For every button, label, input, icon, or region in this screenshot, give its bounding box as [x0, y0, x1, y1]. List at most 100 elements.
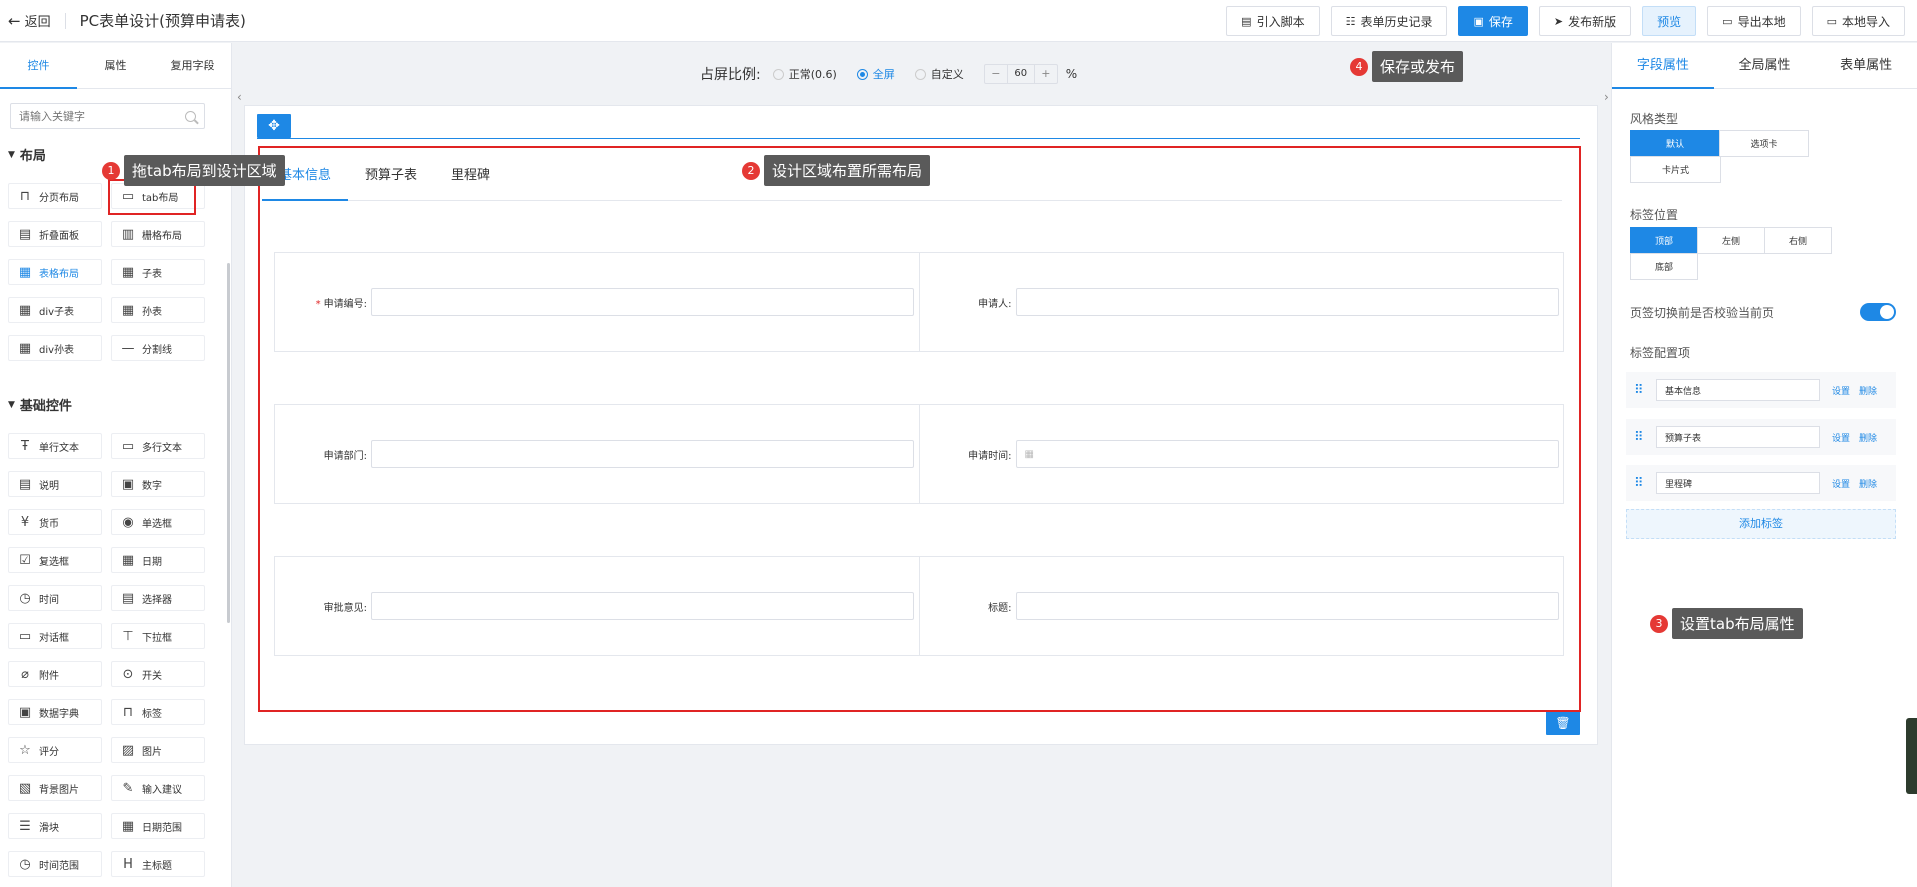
comp-table-layout[interactable]: ▦ 表格布局 — [8, 259, 102, 285]
tab-properties[interactable]: 属性 — [77, 43, 154, 88]
tab-field-properties[interactable]: 字段属性 — [1612, 43, 1714, 89]
tag-set-link[interactable]: 设置 — [1832, 477, 1850, 490]
applicant-input[interactable] — [1015, 288, 1559, 316]
side-widget[interactable] — [1906, 718, 1917, 794]
tag-delete-link[interactable]: 删除 — [1859, 477, 1877, 490]
comp-slider[interactable]: ☰ 滑块 — [8, 813, 102, 839]
comp-image[interactable]: ▨ 图片 — [111, 737, 205, 763]
comp-time-range[interactable]: ◷ 时间范围 — [8, 851, 102, 877]
tab-reuse-fields[interactable]: 复用字段 — [154, 43, 231, 88]
comp-dialog[interactable]: ▭ 对话框 — [8, 623, 102, 649]
drag-handle-icon[interactable]: ⠿ — [1634, 476, 1648, 491]
tab-budget-subtable[interactable]: 预算子表 — [348, 156, 434, 200]
tag-name-input[interactable] — [1656, 379, 1820, 401]
drag-handle-icon[interactable]: ⠿ — [1634, 430, 1648, 445]
comp-switch[interactable]: ⊙ 开关 — [111, 661, 205, 687]
basic-section-title[interactable]: ▼ 基础控件 — [8, 395, 72, 414]
comp-divider[interactable]: — 分割线 — [111, 335, 205, 361]
collapse-right-icon[interactable]: › — [1604, 90, 1609, 104]
back-button[interactable]: ← 返回 — [8, 11, 51, 31]
ratio-normal-radio[interactable]: 正常(0.6) — [772, 66, 837, 82]
tab-global-properties[interactable]: 全局属性 — [1714, 43, 1816, 88]
style-tab-option[interactable]: 选项卡 — [1719, 130, 1809, 157]
selection-line — [257, 138, 1580, 139]
table-icon: ▦ — [18, 302, 32, 318]
ratio-custom-radio[interactable]: 自定义 — [914, 66, 964, 82]
tab-milestone[interactable]: 里程碑 — [434, 156, 507, 200]
left-scrollbar[interactable] — [227, 263, 230, 623]
move-handle-icon[interactable]: ✥ — [257, 114, 291, 138]
number-icon: ▣ — [121, 476, 135, 492]
drag-handle-icon[interactable]: ⠿ — [1634, 383, 1648, 398]
style-default-option[interactable]: 默认 — [1630, 130, 1720, 157]
comp-selector[interactable]: ▤ 选择器 — [111, 585, 205, 611]
comp-multi-text[interactable]: ▭ 多行文本 — [111, 433, 205, 459]
position-top-option[interactable]: 顶部 — [1630, 227, 1698, 254]
comp-tag[interactable]: ⊓ 标签 — [111, 699, 205, 725]
history-button[interactable]: ☷ 表单历史记录 — [1330, 6, 1448, 36]
comp-radio[interactable]: ◉ 单选框 — [111, 509, 205, 535]
position-left-option[interactable]: 左侧 — [1697, 227, 1765, 254]
comp-time[interactable]: ◷ 时间 — [8, 585, 102, 611]
comp-dropdown[interactable]: ⊤ 下拉框 — [111, 623, 205, 649]
tab-controls[interactable]: 控件 — [0, 43, 77, 89]
search-input[interactable] — [19, 109, 185, 123]
comp-date[interactable]: ▦ 日期 — [111, 547, 205, 573]
comp-single-text[interactable]: Ŧ 单行文本 — [8, 433, 102, 459]
comp-description[interactable]: ▤ 说明 — [8, 471, 102, 497]
tag-delete-link[interactable]: 删除 — [1859, 431, 1877, 444]
comp-currency[interactable]: ¥ 货币 — [8, 509, 102, 535]
comp-label: 时间范围 — [39, 860, 79, 872]
zoom-plus-button[interactable]: + — [1035, 65, 1057, 83]
form-row: 审批意见: 标题: — [274, 556, 1564, 656]
comp-date-range[interactable]: ▦ 日期范围 — [111, 813, 205, 839]
title-input[interactable] — [1015, 592, 1559, 620]
tag-name-input[interactable] — [1656, 426, 1820, 448]
collapse-left-icon[interactable]: ‹ — [237, 90, 242, 104]
comp-background-image[interactable]: ▧ 背景图片 — [8, 775, 102, 801]
comp-label: 孙表 — [142, 306, 162, 318]
tag-set-link[interactable]: 设置 — [1832, 384, 1850, 397]
export-local-button[interactable]: ▭ 导出本地 — [1707, 6, 1801, 36]
preview-button[interactable]: 预览 — [1642, 6, 1697, 36]
import-local-button[interactable]: ▭ 本地导入 — [1811, 6, 1905, 36]
tab-form-properties[interactable]: 表单属性 — [1815, 43, 1917, 88]
zoom-value[interactable]: 60 — [1006, 65, 1035, 83]
save-button[interactable]: ▣ 保存 — [1458, 6, 1528, 36]
publish-button[interactable]: ➤ 发布新版 — [1538, 6, 1632, 36]
comp-main-title[interactable]: H 主标题 — [111, 851, 205, 877]
layout-section-title[interactable]: ▼ 布局 — [8, 145, 46, 164]
add-tag-button[interactable]: 添加标签 — [1626, 509, 1896, 539]
comp-label: 附件 — [39, 670, 59, 682]
department-input[interactable] — [371, 440, 914, 468]
validate-switch[interactable] — [1860, 303, 1896, 321]
tag-delete-link[interactable]: 删除 — [1859, 384, 1877, 397]
comp-checkbox[interactable]: ☑ 复选框 — [8, 547, 102, 573]
tag-name-input[interactable] — [1656, 472, 1820, 494]
delete-icon[interactable]: 🗑 — [1546, 711, 1580, 735]
position-right-option[interactable]: 右侧 — [1764, 227, 1832, 254]
ratio-fullscreen-radio[interactable]: 全屏 — [856, 66, 895, 82]
apply-no-input[interactable] — [371, 288, 914, 316]
comp-div-grandchild-table[interactable]: ▦ div孙表 — [8, 335, 102, 361]
comp-grandchild-table[interactable]: ▦ 孙表 — [111, 297, 205, 323]
comp-data-dictionary[interactable]: ▣ 数据字典 — [8, 699, 102, 725]
apply-time-input[interactable]: ▦ — [1015, 440, 1559, 468]
comp-subtable[interactable]: ▦ 子表 — [111, 259, 205, 285]
style-card-option[interactable]: 卡片式 — [1630, 156, 1721, 183]
comp-grid-layout[interactable]: ▥ 栅格布局 — [111, 221, 205, 247]
import-script-button[interactable]: ▤ 引入脚本 — [1226, 6, 1320, 36]
comp-tab-layout[interactable]: ▭ tab布局 — [111, 183, 205, 209]
zoom-minus-button[interactable]: − — [985, 65, 1007, 83]
left-tabs: 控件 属性 复用字段 — [0, 43, 231, 89]
position-bottom-option[interactable]: 底部 — [1630, 253, 1698, 280]
comp-collapse-panel[interactable]: ▤ 折叠面板 — [8, 221, 102, 247]
comp-attachment[interactable]: ⌀ 附件 — [8, 661, 102, 687]
comp-number[interactable]: ▣ 数字 — [111, 471, 205, 497]
approval-opinion-input[interactable] — [371, 592, 914, 620]
comp-input-suggest[interactable]: ✎ 输入建议 — [111, 775, 205, 801]
tag-set-link[interactable]: 设置 — [1832, 431, 1850, 444]
comp-rating[interactable]: ☆ 评分 — [8, 737, 102, 763]
comp-div-subtable[interactable]: ▦ div子表 — [8, 297, 102, 323]
comp-paged-layout[interactable]: ⊓ 分页布局 — [8, 183, 102, 209]
